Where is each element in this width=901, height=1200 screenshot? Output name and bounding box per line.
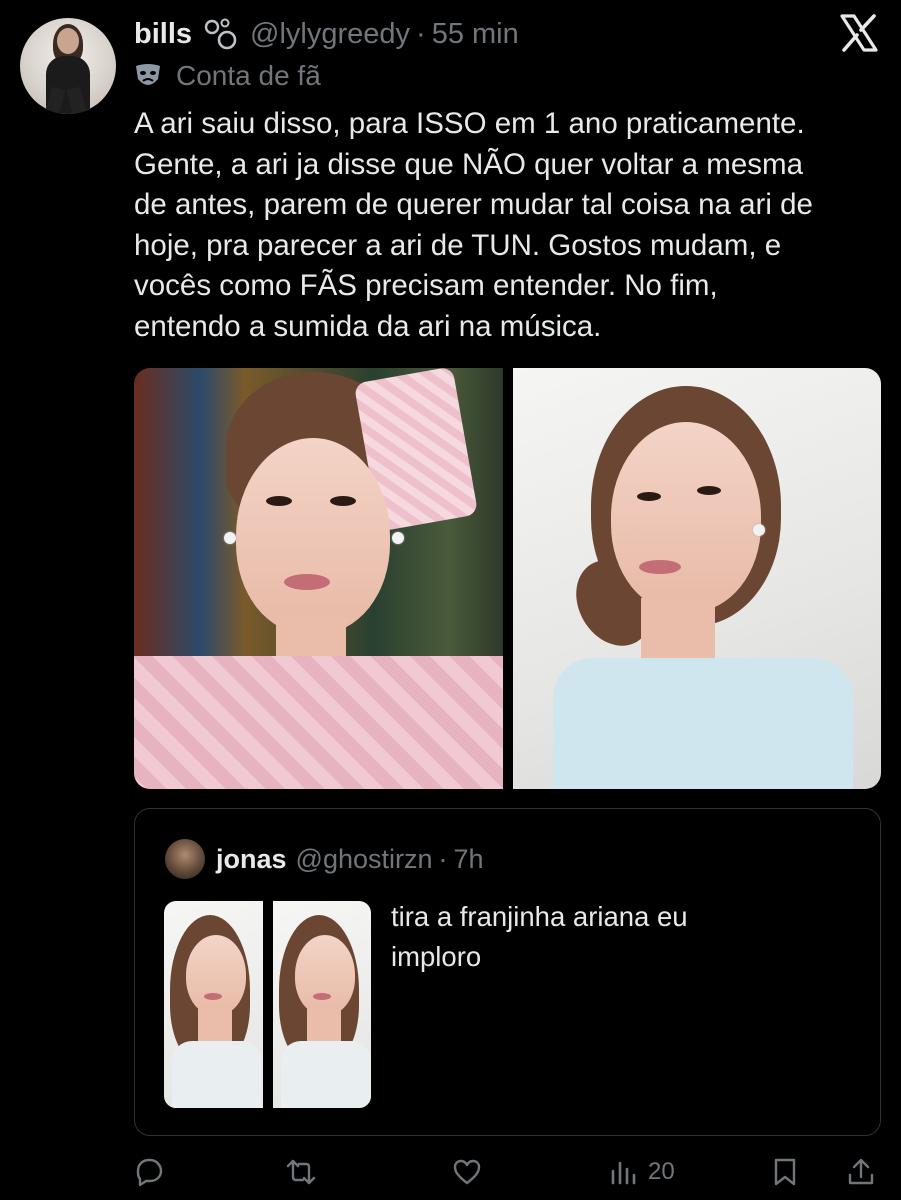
- tweet-header: bills @lylygreedy · 55 min: [134, 14, 519, 54]
- bookmark-icon: [774, 1158, 796, 1186]
- quoted-tweet[interactable]: jonas @ghostirzn · 7h tira a franjinha a…: [134, 808, 881, 1136]
- retweet-button[interactable]: [286, 1150, 316, 1194]
- quoted-media-photo-left[interactable]: [164, 901, 263, 1108]
- media-photo-left[interactable]: [134, 368, 503, 789]
- author-avatar[interactable]: [20, 18, 116, 114]
- tweet-text-line: hoje, pra parecer a ari de TUN. Gostos m…: [134, 228, 782, 262]
- tweet-text-line: Gente, a ari ja disse que NÃO quer volta…: [134, 147, 803, 181]
- account-label-row: Conta de fã: [134, 58, 321, 94]
- quoted-tweet-header: jonas @ghostirzn · 7h: [216, 841, 484, 877]
- reply-icon: [136, 1158, 163, 1187]
- author-handle[interactable]: @lylygreedy: [250, 18, 410, 51]
- like-button[interactable]: [452, 1150, 482, 1194]
- retweet-icon: [286, 1159, 316, 1185]
- bubbles-badge-icon: [204, 18, 237, 50]
- theater-mask-icon: [136, 64, 160, 85]
- quoted-tweet-time[interactable]: 7h: [454, 844, 484, 875]
- tweet-media: [134, 368, 881, 789]
- account-label: Conta de fã: [176, 60, 321, 91]
- views-button[interactable]: 20: [608, 1150, 675, 1194]
- quoted-tweet-text-line: tira a franjinha ariana eu: [391, 901, 688, 932]
- views-icon: [611, 1161, 636, 1185]
- reply-button[interactable]: [134, 1150, 164, 1194]
- tweet-text-line: entendo a sumida da ari na música.: [134, 309, 602, 343]
- quoted-tweet-text-line: imploro: [391, 941, 482, 972]
- bookmark-button[interactable]: [770, 1150, 800, 1194]
- quoted-media-photo-right[interactable]: [272, 901, 371, 1108]
- views-count: 20: [648, 1158, 675, 1185]
- share-icon: [848, 1158, 874, 1185]
- tweet-text-line: A ari saiu disso, para ISSO em 1 ano pra…: [134, 107, 805, 140]
- tweet-action-bar: 20: [134, 1150, 881, 1194]
- x-logo-icon[interactable]: [839, 14, 879, 52]
- tweet-text: A ari saiu disso, para ISSO em 1 ano pra…: [134, 104, 884, 347]
- media-photo-right[interactable]: [512, 368, 881, 789]
- separator-dot: ·: [416, 17, 426, 50]
- quoted-tweet-text: tira a franjinha ariana eu imploro: [391, 897, 811, 977]
- quoted-author-display-name[interactable]: jonas: [216, 844, 287, 875]
- quoted-author-avatar[interactable]: [165, 839, 205, 879]
- tweet-time[interactable]: 55 min: [432, 18, 519, 51]
- separator-dot: ·: [438, 843, 448, 874]
- tweet-text-line: de antes, parem de querer mudar tal cois…: [134, 188, 813, 221]
- author-display-name[interactable]: bills: [134, 18, 192, 51]
- quoted-tweet-media[interactable]: [164, 901, 371, 1108]
- share-button[interactable]: [846, 1150, 876, 1194]
- tweet-text-line: vocês como FÃS precisam entender. No fim…: [134, 269, 718, 302]
- like-icon: [453, 1159, 481, 1185]
- quoted-author-handle[interactable]: @ghostirzn: [296, 844, 433, 875]
